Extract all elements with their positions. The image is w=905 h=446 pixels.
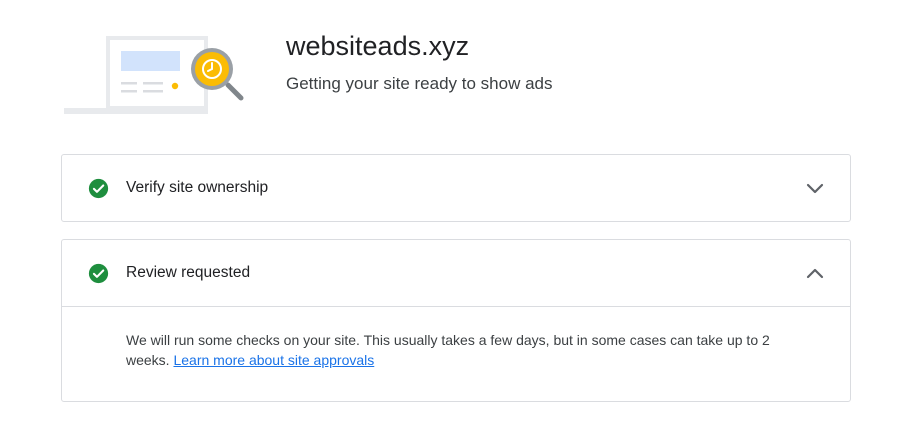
learn-more-link[interactable]: Learn more about site approvals: [173, 352, 374, 368]
chevron-up-icon[interactable]: [806, 266, 824, 280]
check-circle-icon: [88, 263, 109, 284]
page-subtitle: Getting your site ready to show ads: [286, 74, 553, 93]
chevron-down-icon[interactable]: [806, 181, 824, 195]
step-title: Review requested: [126, 264, 251, 281]
step-card-review-requested: Review requested We will run some checks…: [61, 239, 851, 402]
check-circle-icon: [88, 178, 109, 199]
step-header-verify-ownership[interactable]: Verify site ownership: [62, 155, 850, 221]
laptop-with-magnifier-clock-icon: [64, 36, 244, 114]
step-card-verify-ownership: Verify site ownership: [61, 154, 851, 222]
step-description: We will run some checks on your site. Th…: [126, 330, 806, 370]
step-header-review-requested[interactable]: Review requested: [62, 240, 850, 307]
site-name: websiteads.xyz: [286, 31, 470, 61]
site-review-illustration: [60, 28, 250, 120]
step-title: Verify site ownership: [126, 179, 269, 196]
